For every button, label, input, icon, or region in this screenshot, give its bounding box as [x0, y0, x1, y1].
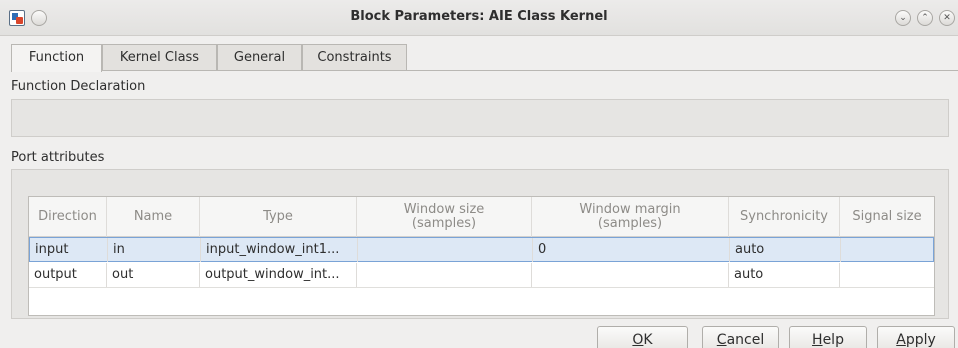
- help-label: elp: [822, 332, 844, 348]
- function-declaration-label: Function Declaration: [11, 79, 146, 94]
- apply-button[interactable]: Apply: [877, 326, 955, 348]
- column-header-direction[interactable]: Direction: [29, 197, 107, 237]
- title-bar: Block Parameters: AIE Class Kernel ⌄ ⌃ ✕: [0, 0, 958, 36]
- cell-name[interactable]: in: [108, 238, 201, 262]
- cell-window-margin[interactable]: 0: [533, 238, 730, 262]
- cell-type[interactable]: output_window_int...: [200, 263, 357, 287]
- cell-signal-size[interactable]: [840, 263, 934, 287]
- close-icon[interactable]: ✕: [939, 10, 955, 26]
- cell-synchronicity[interactable]: auto: [729, 263, 840, 287]
- ok-label: K: [643, 332, 653, 348]
- column-header-synchronicity[interactable]: Synchronicity: [729, 197, 840, 237]
- cell-direction[interactable]: output: [29, 263, 107, 287]
- cell-window-size[interactable]: [358, 238, 533, 262]
- column-header-name[interactable]: Name: [107, 197, 200, 237]
- chevron-down-icon[interactable]: ⌄: [895, 10, 911, 26]
- table-row[interactable]: input in input_window_int1... 0 auto: [29, 237, 934, 262]
- help-button[interactable]: Help: [789, 326, 867, 348]
- help-mnemonic: H: [812, 332, 823, 348]
- cell-type[interactable]: input_window_int1...: [201, 238, 358, 262]
- tab-constraints[interactable]: Constraints: [302, 44, 407, 71]
- ok-button[interactable]: OK: [597, 326, 688, 348]
- function-declaration-field[interactable]: [11, 99, 949, 137]
- column-header-window-size[interactable]: Window size (samples): [357, 197, 532, 237]
- column-header-window-margin[interactable]: Window margin (samples): [532, 197, 729, 237]
- cell-signal-size[interactable]: [841, 238, 933, 262]
- tab-general[interactable]: General: [217, 44, 302, 71]
- cell-synchronicity[interactable]: auto: [730, 238, 841, 262]
- table-header: Direction Name Type Window size (samples…: [29, 197, 934, 237]
- window-title: Block Parameters: AIE Class Kernel: [350, 9, 608, 24]
- cancel-label: ancel: [726, 332, 765, 348]
- tab-kernel-class[interactable]: Kernel Class: [102, 44, 217, 71]
- cancel-button[interactable]: Cancel: [702, 326, 779, 348]
- column-header-type[interactable]: Type: [200, 197, 357, 237]
- tab-function[interactable]: Function: [11, 44, 102, 72]
- apply-label: pply: [905, 332, 936, 348]
- cancel-mnemonic: C: [716, 332, 727, 348]
- apply-mnemonic: A: [896, 332, 906, 348]
- ok-mnemonic: O: [632, 332, 644, 348]
- port-attributes-label: Port attributes: [11, 150, 105, 165]
- tab-divider: [102, 70, 958, 71]
- port-attributes-table: Direction Name Type Window size (samples…: [28, 196, 935, 316]
- cell-window-size[interactable]: [357, 263, 532, 287]
- column-header-signal-size[interactable]: Signal size: [840, 197, 934, 237]
- cell-name[interactable]: out: [107, 263, 200, 287]
- cell-window-margin[interactable]: [532, 263, 729, 287]
- chevron-up-icon[interactable]: ⌃: [917, 10, 933, 26]
- cell-direction[interactable]: input: [30, 238, 108, 262]
- table-row[interactable]: output out output_window_int... auto: [29, 263, 934, 288]
